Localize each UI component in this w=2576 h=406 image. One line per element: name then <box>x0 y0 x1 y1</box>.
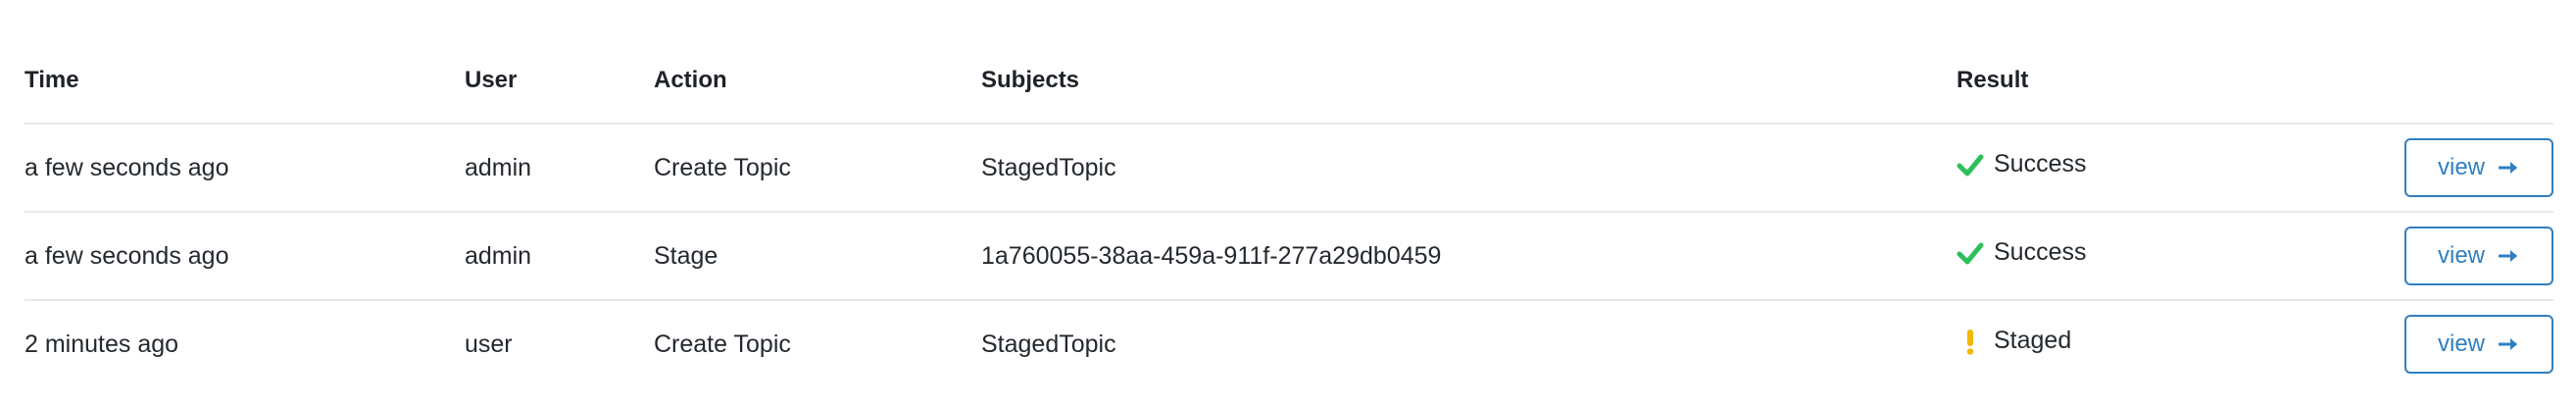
cell-subjects: StagedTopic <box>981 124 1957 213</box>
table-row: a few seconds ago admin Create Topic Sta… <box>25 124 2553 213</box>
column-header-actions <box>2417 0 2553 125</box>
exclamation-icon <box>1957 328 1984 355</box>
column-header-action: Action <box>654 0 981 125</box>
result-status: Staged <box>1957 327 2071 355</box>
result-label: Success <box>1994 238 2087 267</box>
column-header-user: User <box>465 0 654 125</box>
arrow-right-icon <box>2499 336 2520 352</box>
cell-user: admin <box>465 212 654 301</box>
view-button-label: view <box>2437 154 2485 180</box>
result-status: Success <box>1957 150 2086 178</box>
cell-time: 2 minutes ago <box>25 330 179 358</box>
cell-subjects: StagedTopic <box>981 330 1116 358</box>
arrow-right-icon <box>2499 248 2520 264</box>
cell-actions: view <box>2404 124 2553 213</box>
table-row: a few seconds ago admin Stage 1a760055-3… <box>25 212 2553 301</box>
audit-log-table: Time User Action Subjects Result a few s… <box>25 0 2553 387</box>
view-button[interactable]: view <box>2404 227 2553 285</box>
cell-result: Success <box>1957 212 2417 301</box>
table-body: a few seconds ago admin Create Topic Sta… <box>25 124 2553 387</box>
column-header-subjects: Subjects <box>981 0 1957 125</box>
result-label: Success <box>1994 150 2087 178</box>
cell-action: Stage <box>654 212 981 301</box>
view-button[interactable]: view <box>2404 138 2553 197</box>
column-header-time: Time <box>25 0 465 125</box>
cell-subjects: 1a760055-38aa-459a-911f-277a29db0459 <box>981 212 1957 301</box>
cell-result: Staged <box>1957 300 2417 387</box>
arrow-right-icon <box>2499 160 2520 176</box>
audit-log-panel: Time User Action Subjects Result a few s… <box>0 0 2576 406</box>
column-header-result: Result <box>1957 0 2417 125</box>
view-button-label: view <box>2437 330 2485 357</box>
table-row: 2 minutes ago user Create Topic StagedTo… <box>25 300 2553 387</box>
cell-action: Create Topic <box>654 330 791 358</box>
cell-result: Success <box>1957 124 2417 213</box>
view-button[interactable]: view <box>2404 315 2553 374</box>
cell-time: a few seconds ago <box>25 124 465 213</box>
cell-time: a few seconds ago <box>25 212 465 301</box>
cell-user: admin <box>465 124 654 213</box>
cell-user: user <box>465 330 513 358</box>
result-label: Staged <box>1994 327 2072 355</box>
view-button-label: view <box>2437 242 2485 269</box>
result-status: Success <box>1957 238 2086 267</box>
header-row: Time User Action Subjects Result <box>25 0 2553 125</box>
cell-actions: view <box>2404 300 2553 387</box>
cell-action: Create Topic <box>654 124 981 213</box>
checkmark-icon <box>1957 151 1984 178</box>
checkmark-icon <box>1957 239 1984 267</box>
cell-actions: view <box>2404 212 2553 301</box>
table-header: Time User Action Subjects Result <box>25 0 2553 125</box>
